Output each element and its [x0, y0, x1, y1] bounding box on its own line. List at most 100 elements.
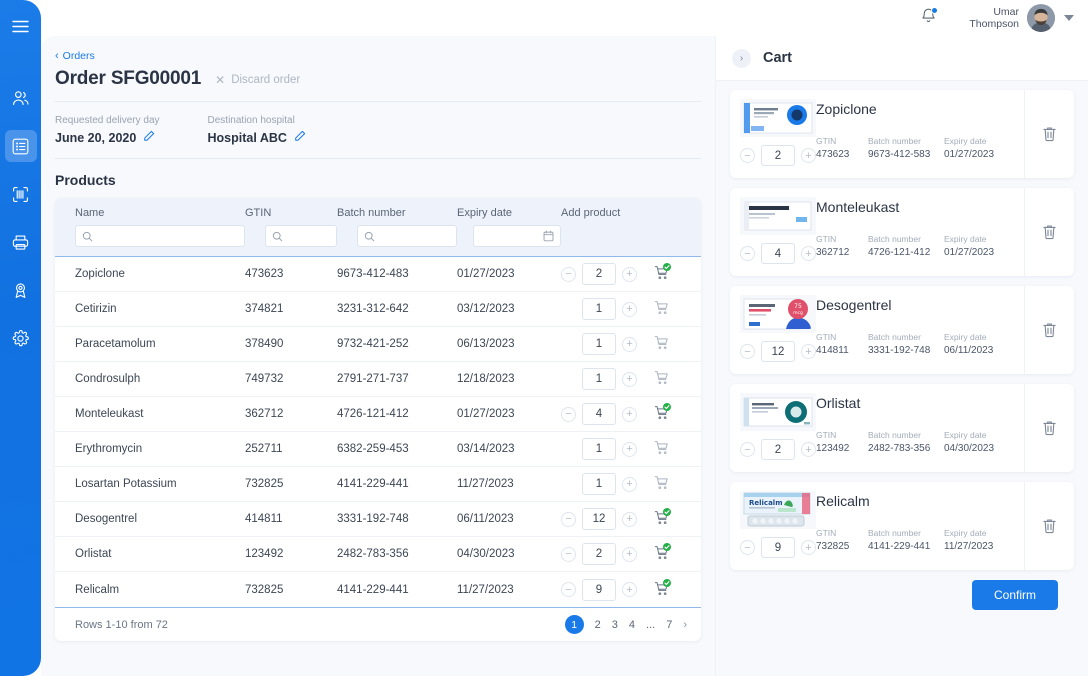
sidebar-item-settings[interactable] — [5, 322, 37, 354]
table-row[interactable]: Orlistat 123492 2482-783-356 04/30/2023 … — [55, 537, 701, 572]
increase-quantity-button[interactable]: + — [622, 512, 637, 527]
table-row[interactable]: Zopiclone 473623 9673-412-483 01/27/2023… — [55, 257, 701, 292]
cart-item-details: Monteleukast GTIN 362712 Batch number 47… — [816, 188, 1024, 276]
decrease-quantity-button[interactable]: − — [561, 267, 576, 282]
pagination-page[interactable]: 4 — [629, 619, 635, 631]
pagination-next-button[interactable]: › — [683, 619, 687, 631]
cart-item-expiry-value: 01/27/2023 — [944, 247, 1024, 258]
quantity-value[interactable]: 1 — [582, 438, 616, 460]
decrease-quantity-button[interactable]: − — [740, 540, 755, 555]
decrease-quantity-button[interactable]: − — [561, 512, 576, 527]
add-to-cart-icon[interactable] — [654, 440, 669, 458]
add-to-cart-icon[interactable] — [654, 370, 669, 388]
quantity-value[interactable]: 2 — [582, 543, 616, 565]
table-row[interactable]: Losartan Potassium 732825 4141-229-441 1… — [55, 467, 701, 502]
increase-quantity-button[interactable]: + — [622, 302, 637, 317]
sidebar-item-certificates[interactable] — [5, 274, 37, 306]
table-row[interactable]: Paracetamolum 378490 9732-421-252 06/13/… — [55, 327, 701, 362]
quantity-value[interactable]: 1 — [582, 333, 616, 355]
cart-added-icon[interactable] — [654, 545, 669, 563]
cell-name: Losartan Potassium — [55, 478, 245, 490]
table-row[interactable]: Desogentrel 414811 3331-192-748 06/11/20… — [55, 502, 701, 537]
chevron-down-icon[interactable] — [1064, 15, 1074, 21]
increase-quantity-button[interactable]: + — [622, 582, 637, 597]
remove-cart-item-button[interactable] — [1024, 286, 1074, 374]
decrease-quantity-button[interactable]: − — [740, 344, 755, 359]
edit-pencil-icon[interactable] — [294, 130, 306, 145]
quantity-value[interactable]: 9 — [582, 579, 616, 601]
sidebar-item-orders[interactable] — [5, 130, 37, 162]
quantity-value[interactable]: 2 — [761, 145, 795, 166]
remove-cart-item-button[interactable] — [1024, 482, 1074, 570]
collapse-cart-button[interactable]: › — [732, 49, 751, 68]
decrease-quantity-button[interactable]: − — [561, 582, 576, 597]
quantity-value[interactable]: 1 — [582, 368, 616, 390]
increase-quantity-button[interactable]: + — [622, 267, 637, 282]
remove-cart-item-button[interactable] — [1024, 90, 1074, 178]
pagination-page[interactable]: 2 — [595, 619, 601, 631]
filter-batch-input[interactable] — [357, 225, 457, 247]
quantity-value[interactable]: 4 — [761, 243, 795, 264]
quantity-value[interactable]: 9 — [761, 537, 795, 558]
cart-added-icon[interactable] — [654, 405, 669, 423]
quantity-value[interactable]: 1 — [582, 473, 616, 495]
table-row[interactable]: Cetirizin 374821 3231-312-642 03/12/2023… — [55, 292, 701, 327]
avatar[interactable] — [1027, 4, 1055, 32]
quantity-value[interactable]: 2 — [761, 439, 795, 460]
menu-icon[interactable] — [5, 10, 37, 42]
increase-quantity-button[interactable]: + — [622, 442, 637, 457]
increase-quantity-button[interactable]: + — [622, 407, 637, 422]
decrease-quantity-button[interactable]: − — [561, 407, 576, 422]
quantity-value[interactable]: 2 — [582, 263, 616, 285]
increase-quantity-button[interactable]: + — [622, 477, 637, 492]
pagination-page[interactable]: 3 — [612, 619, 618, 631]
quantity-value[interactable]: 4 — [582, 403, 616, 425]
pagination-page-current[interactable]: 1 — [565, 615, 584, 634]
increase-quantity-button[interactable]: + — [622, 337, 637, 352]
increase-quantity-button[interactable]: + — [801, 442, 816, 457]
column-header-name: Name — [55, 207, 245, 219]
quantity-value[interactable]: 12 — [761, 341, 795, 362]
increase-quantity-button[interactable]: + — [801, 540, 816, 555]
discard-order-button[interactable]: ✕ Discard order — [215, 73, 300, 87]
sidebar-item-users[interactable] — [5, 82, 37, 114]
cart-item-batch-label: Batch number — [868, 332, 944, 342]
edit-pencil-icon[interactable] — [143, 130, 155, 145]
cart-added-icon[interactable] — [654, 581, 669, 599]
increase-quantity-button[interactable]: + — [801, 246, 816, 261]
in-cart-check-badge — [663, 263, 671, 271]
add-to-cart-icon[interactable] — [654, 475, 669, 493]
pagination-page[interactable]: 7 — [666, 619, 672, 631]
quantity-value[interactable]: 1 — [582, 298, 616, 320]
decrease-quantity-button[interactable]: − — [740, 442, 755, 457]
decrease-quantity-button[interactable]: − — [740, 148, 755, 163]
cell-name: Erythromycin — [55, 443, 245, 455]
increase-quantity-button[interactable]: + — [622, 372, 637, 387]
cart-added-icon[interactable] — [654, 265, 669, 283]
sidebar-item-barcode-scan[interactable] — [5, 178, 37, 210]
notifications-bell-icon[interactable] — [920, 7, 937, 30]
increase-quantity-button[interactable]: + — [801, 344, 816, 359]
table-row[interactable]: Monteleukast 362712 4726-121-412 01/27/2… — [55, 397, 701, 432]
table-row[interactable]: Erythromycin 252711 6382-259-453 03/14/2… — [55, 432, 701, 467]
cart-added-icon[interactable] — [654, 510, 669, 528]
remove-cart-item-button[interactable] — [1024, 188, 1074, 276]
add-to-cart-icon[interactable] — [654, 335, 669, 353]
cart-item-expiry-label: Expiry date — [944, 430, 1024, 440]
add-to-cart-icon[interactable] — [654, 300, 669, 318]
filter-name-input[interactable] — [75, 225, 245, 247]
table-row[interactable]: Condrosulph 749732 2791-271-737 12/18/20… — [55, 362, 701, 397]
breadcrumb[interactable]: ‹ Orders — [55, 50, 715, 62]
remove-cart-item-button[interactable] — [1024, 384, 1074, 472]
increase-quantity-button[interactable]: + — [801, 148, 816, 163]
decrease-quantity-button[interactable]: − — [561, 547, 576, 562]
sidebar-item-printer[interactable] — [5, 226, 37, 258]
confirm-button[interactable]: Confirm — [972, 580, 1058, 610]
table-row[interactable]: Relicalm 732825 4141-229-441 11/27/2023 … — [55, 572, 701, 607]
increase-quantity-button[interactable]: + — [622, 547, 637, 562]
quantity-value[interactable]: 12 — [582, 508, 616, 530]
cart-item-batch-value: 9673-412-583 — [868, 149, 944, 160]
decrease-quantity-button[interactable]: − — [740, 246, 755, 261]
filter-gtin-input[interactable] — [265, 225, 337, 247]
filter-expiry-input[interactable] — [473, 225, 561, 247]
